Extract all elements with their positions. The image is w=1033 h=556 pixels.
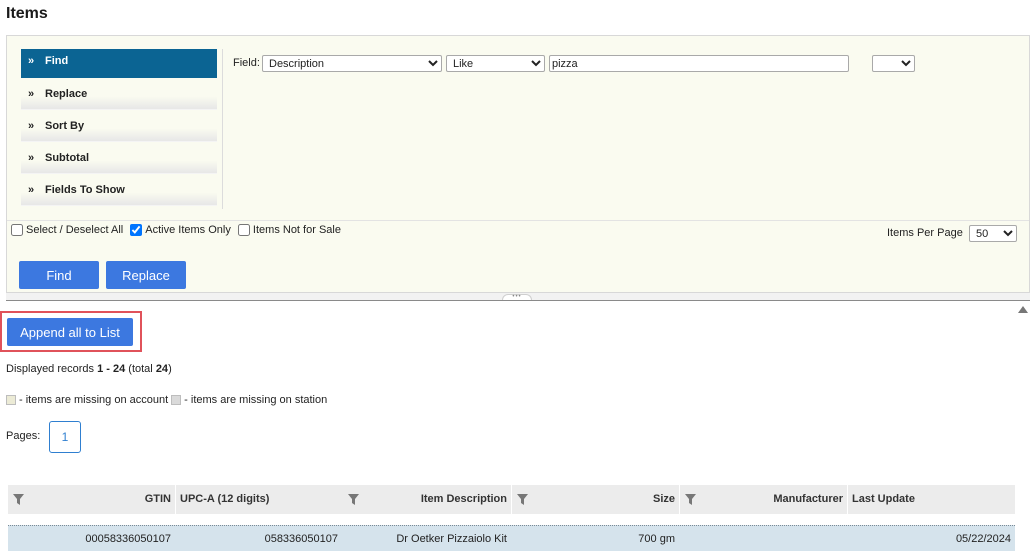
find-button[interactable]: Find xyxy=(19,261,99,289)
tab-replace[interactable]: » Replace xyxy=(21,81,217,110)
double-chevron-right-icon: » xyxy=(28,184,35,196)
field-select[interactable]: Description xyxy=(262,55,442,72)
table-row[interactable]: 00058336050107 058336050107 Dr Oetker Pi… xyxy=(8,525,1015,551)
station-missing-label: - items are missing on station xyxy=(184,394,328,406)
tab-label: Find xyxy=(45,55,69,67)
records-range: 1 - 24 xyxy=(97,363,126,375)
field-label: Field: xyxy=(233,57,260,69)
items-not-for-sale-label: Items Not for Sale xyxy=(252,224,341,236)
tab-label: Sort By xyxy=(45,120,85,132)
cell-size: 700 gm xyxy=(638,533,675,545)
select-all-option[interactable]: Select / Deselect All xyxy=(11,224,123,236)
options-row: Select / Deselect All Active Items Only … xyxy=(11,224,345,240)
options-divider xyxy=(7,220,1029,221)
tab-find[interactable]: » Find xyxy=(21,49,217,78)
page-title: Items xyxy=(6,5,48,22)
active-items-only-checkbox[interactable] xyxy=(130,224,143,236)
active-only-option[interactable]: Active Items Only xyxy=(130,224,231,236)
panel-splitter[interactable]: ••• xyxy=(6,293,1030,301)
cell-last-update: 05/22/2024 xyxy=(955,533,1011,545)
replace-button[interactable]: Replace xyxy=(106,261,186,289)
page-1-button[interactable]: 1 xyxy=(49,421,81,453)
records-prefix: Displayed records xyxy=(6,363,98,375)
tab-subtotal[interactable]: » Subtotal xyxy=(21,145,217,174)
operator-select[interactable]: Like xyxy=(446,55,545,72)
double-chevron-right-icon: » xyxy=(28,120,35,132)
cell-manufacturer xyxy=(679,526,843,552)
column-last-update: Last Update xyxy=(847,485,1015,514)
records-total-suffix: ) xyxy=(168,363,172,375)
search-panel: » Find » Replace » Sort By » Subtotal » … xyxy=(6,35,1030,293)
tab-fields-to-show[interactable]: » Fields To Show xyxy=(21,177,217,206)
select-all-label: Select / Deselect All xyxy=(26,224,124,236)
not-for-sale-option[interactable]: Items Not for Sale xyxy=(237,224,341,236)
pages-label: Pages: xyxy=(6,430,41,442)
active-items-only-label: Active Items Only xyxy=(145,224,231,236)
search-value-input[interactable] xyxy=(549,55,849,72)
items-not-for-sale-checkbox[interactable] xyxy=(237,224,250,236)
items-per-page-label: Items Per Page xyxy=(887,227,963,239)
filter-icon[interactable] xyxy=(348,494,359,505)
column-upca: UPC-A (12 digits) xyxy=(175,485,342,514)
legend: - items are missing on account - items a… xyxy=(6,394,327,406)
search-tabs: » Find » Replace » Sort By » Subtotal » … xyxy=(21,49,219,209)
account-missing-label: - items are missing on account xyxy=(19,394,169,406)
records-total: 24 xyxy=(155,363,169,375)
tabs-divider xyxy=(222,49,223,209)
tab-label: Replace xyxy=(45,88,88,100)
column-item-description: Item Description xyxy=(420,493,507,505)
account-missing-swatch xyxy=(6,395,16,405)
select-all-checkbox[interactable] xyxy=(11,224,23,236)
station-missing-swatch xyxy=(171,395,182,405)
triangle-up-icon[interactable] xyxy=(1018,306,1028,313)
append-all-to-list-button[interactable]: Append all to List xyxy=(7,318,133,346)
double-chevron-right-icon: » xyxy=(28,152,35,164)
splitter-handle[interactable]: ••• xyxy=(502,294,532,300)
tab-sort-by[interactable]: » Sort By xyxy=(21,113,217,142)
cell-upca: 058336050107 xyxy=(264,533,338,545)
filter-icon[interactable] xyxy=(13,494,24,505)
column-manufacturer: Manufacturer xyxy=(679,485,843,514)
cell-item-description: Dr Oetker Pizzaiolo Kit xyxy=(396,533,507,545)
records-total-prefix: (total xyxy=(125,363,156,375)
double-chevron-right-icon: » xyxy=(28,55,35,67)
tab-label: Subtotal xyxy=(45,152,89,164)
records-summary: Displayed records 1 - 24 (total 24) xyxy=(6,363,172,375)
cell-gtin: 00058336050107 xyxy=(85,533,171,545)
column-gtin: GTIN xyxy=(144,493,171,505)
extra-select[interactable] xyxy=(872,55,915,72)
table-header: GTIN UPC-A (12 digits) Item Description … xyxy=(8,485,1015,514)
tab-label: Fields To Show xyxy=(45,184,125,196)
double-chevron-right-icon: » xyxy=(28,88,35,100)
items-per-page-select[interactable]: 50 xyxy=(969,225,1017,242)
column-size: Size xyxy=(511,485,675,514)
